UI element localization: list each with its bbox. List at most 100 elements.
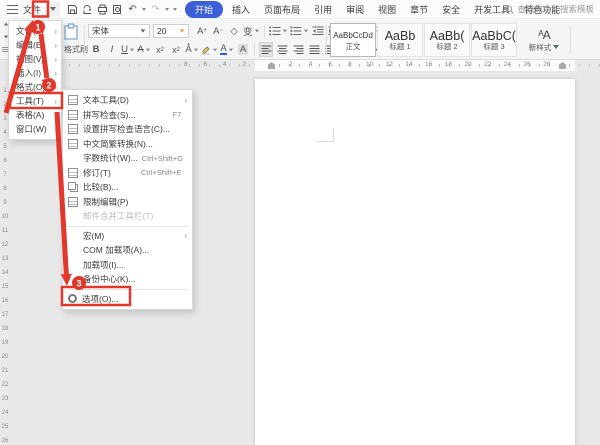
- decrease-font-button[interactable]: A−: [211, 24, 225, 39]
- scroll-up-icon[interactable]: [3, 23, 7, 26]
- new-style-button[interactable]: ᴬA 新样式: [524, 23, 564, 57]
- search-icon: [505, 5, 514, 14]
- menu-item[interactable]: 视图(V) ›: [9, 52, 61, 66]
- export-button[interactable]: [81, 2, 94, 17]
- submenu-item[interactable]: 宏(M) ›: [63, 229, 192, 244]
- print-button[interactable]: [96, 2, 109, 17]
- undo-dropdown-icon[interactable]: [142, 8, 146, 11]
- scroll-down-icon[interactable]: [3, 35, 7, 38]
- chevron-down-icon: [130, 48, 134, 51]
- ribbon-tab[interactable]: 审阅: [339, 1, 371, 18]
- char-shading-button[interactable]: A: [236, 42, 250, 57]
- style-label: 标题 2: [436, 42, 457, 51]
- ribbon-tab[interactable]: 章节: [403, 1, 435, 18]
- char-shading-icon: A: [238, 44, 248, 55]
- submenu-item[interactable]: 设置拼写检查语言(C)... ›: [63, 122, 192, 137]
- submenu-item[interactable]: 修订(T) Ctrl+Shift+E ›: [63, 166, 192, 181]
- save-button[interactable]: [66, 2, 79, 17]
- bullet-list-button[interactable]: [269, 24, 288, 39]
- file-menu-button[interactable]: 文件: [23, 3, 41, 16]
- phonetic-guide-button[interactable]: A̐: [185, 42, 199, 57]
- divider: [84, 25, 85, 55]
- redo-button[interactable]: ↷: [149, 2, 162, 17]
- style-card[interactable]: AaBbCcDd 正文: [330, 23, 376, 57]
- menu-item[interactable]: 格式(O) ›: [9, 80, 61, 94]
- style-label: 标题 3: [483, 42, 504, 51]
- ruler-number: 6: [196, 61, 216, 68]
- menu-item[interactable]: 插入(I) ›: [9, 66, 61, 80]
- submenu-arrow-icon: ›: [54, 55, 57, 64]
- submenu-item[interactable]: 拼写检查(S)... F7 ›: [63, 108, 192, 123]
- classic-menu-dropdown-button[interactable]: [45, 2, 60, 16]
- ribbon-tab[interactable]: 视图: [371, 1, 403, 18]
- print-preview-button[interactable]: [111, 2, 124, 17]
- submenu-item-label: 限制编辑(P): [83, 196, 177, 208]
- font-size-select[interactable]: 20: [153, 24, 189, 38]
- redo-dropdown-icon[interactable]: [165, 8, 169, 11]
- document-page[interactable]: [255, 79, 575, 445]
- align-right-icon: [293, 45, 304, 54]
- horizontal-ruler[interactable]: 8642 246810121416182022242628: [10, 60, 600, 71]
- wps-writer-window: 8642 246810121416182022242628 1234567891…: [0, 0, 600, 445]
- ribbon-tab[interactable]: 页面布局: [257, 1, 307, 18]
- clear-format-button[interactable]: ◇: [227, 24, 241, 39]
- ruler-number: 2: [281, 61, 301, 68]
- hamburger-icon[interactable]: [7, 5, 18, 14]
- search-placeholder: 查找命令、搜索模板: [517, 3, 594, 15]
- style-gallery: AaBbCcDd 正文 AaBb 标题 1 AaBb( 标题 2 AaBbC( …: [330, 23, 518, 57]
- submenu-item[interactable]: 限制编辑(P) ›: [63, 195, 192, 210]
- submenu-item-label: 邮件合并工具栏(T): [83, 210, 177, 222]
- align-left-button[interactable]: [259, 42, 273, 57]
- menu-item-label: 工具(T): [16, 95, 54, 107]
- highlight-color-button[interactable]: [201, 42, 218, 57]
- clipboard-icon: [63, 23, 79, 41]
- superscript-button[interactable]: x2: [153, 42, 167, 57]
- style-card[interactable]: AaBb 标题 1: [377, 23, 423, 57]
- italic-button[interactable]: I: [105, 42, 119, 57]
- style-card[interactable]: AaBb( 标题 2: [424, 23, 470, 57]
- paste-button[interactable]: [63, 22, 79, 42]
- ribbon-tab[interactable]: 开始: [185, 1, 223, 18]
- menu-item-label: 编辑(E): [16, 39, 54, 51]
- submenu-item[interactable]: 选项(O)... ›: [63, 292, 192, 307]
- style-preview: AaBbC(: [472, 30, 516, 42]
- menu-item[interactable]: 工具(T) ›: [9, 94, 61, 108]
- bullet-list-icon: [269, 26, 281, 36]
- style-card[interactable]: AaBbC( 标题 3: [471, 23, 517, 57]
- submenu-item[interactable]: 邮件合并工具栏(T) ›: [63, 209, 192, 224]
- menu-item[interactable]: 表格(A) ›: [9, 108, 61, 122]
- gear-icon: [68, 294, 77, 303]
- ribbon-tab[interactable]: 引用: [307, 1, 339, 18]
- submenu-item-label: COM 加载项(A)...: [83, 244, 177, 256]
- submenu-item[interactable]: 加载项(I)... ›: [63, 258, 192, 273]
- align-right-button[interactable]: [291, 42, 305, 57]
- menu-item[interactable]: 编辑(E) ›: [9, 38, 61, 52]
- undo-button[interactable]: ↶: [126, 2, 139, 17]
- font-color-button[interactable]: A: [220, 42, 234, 57]
- submenu-item[interactable]: 文本工具(D) ›: [63, 93, 192, 108]
- menu-item[interactable]: 窗口(W) ›: [9, 122, 61, 136]
- submenu-item-label: 选项(O)...: [82, 293, 177, 305]
- increase-font-button[interactable]: A+: [195, 24, 209, 39]
- numbered-list-button[interactable]: [290, 24, 309, 39]
- submenu-item[interactable]: COM 加载项(A)... ›: [63, 243, 192, 258]
- underline-button[interactable]: U: [121, 42, 135, 57]
- submenu-item[interactable]: 字数统计(W)... Ctrl+Shift+G ›: [63, 151, 192, 166]
- submenu-item[interactable]: 中文简繁转换(N)... ›: [63, 137, 192, 152]
- font-name-select[interactable]: 宋体: [88, 24, 150, 38]
- submenu-item[interactable]: 备份中心(K)... ›: [63, 272, 192, 287]
- subscript-button[interactable]: x2: [169, 42, 183, 57]
- ribbon-tab[interactable]: 安全: [435, 1, 467, 18]
- submenu-item[interactable]: 比较(B)... ›: [63, 180, 192, 195]
- decrease-indent-button[interactable]: [311, 24, 325, 39]
- align-center-button[interactable]: [275, 42, 289, 57]
- ribbon-tab[interactable]: 插入: [225, 1, 257, 18]
- justify-button[interactable]: [307, 42, 321, 57]
- strikethrough-button[interactable]: A: [137, 42, 151, 57]
- submenu-arrow-icon: ›: [54, 41, 57, 50]
- text-effects-button[interactable]: 变: [243, 24, 260, 39]
- bold-button[interactable]: B: [89, 42, 103, 57]
- command-search[interactable]: 查找命令、搜索模板: [505, 3, 594, 15]
- menu-item[interactable]: 文件(F) ›: [9, 24, 61, 38]
- more-commands-icon[interactable]: [173, 8, 177, 11]
